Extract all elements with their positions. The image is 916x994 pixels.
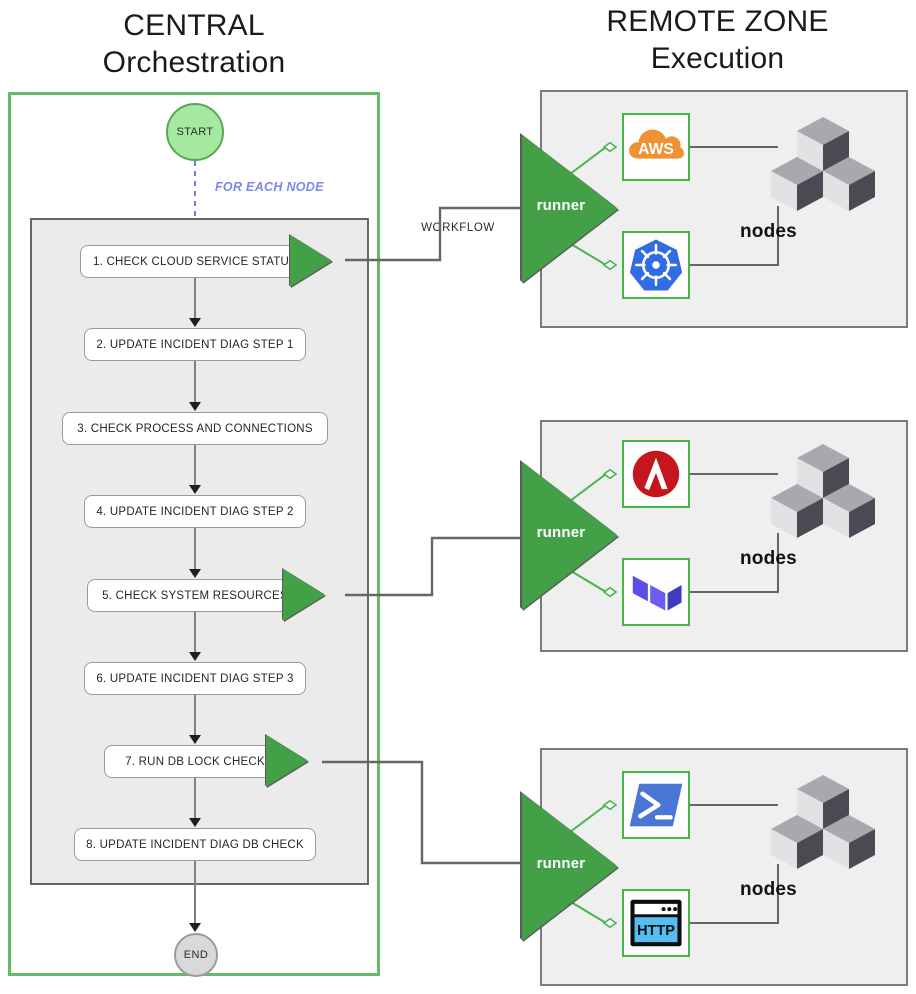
workflow-step-4[interactable]: 4. UPDATE INCIDENT DIAG STEP 2 <box>84 495 306 528</box>
workflow-step-5-label: 5. CHECK SYSTEM RESOURCES <box>102 589 288 602</box>
workflow-step-7-label: 7. RUN DB LOCK CHECK <box>125 755 265 768</box>
workflow-step-8[interactable]: 8. UPDATE INCIDENT DIAG DB CHECK <box>74 828 316 861</box>
nodes-label-panel-1: nodes <box>740 221 797 242</box>
workflow-step-5[interactable]: 5. CHECK SYSTEM RESOURCES <box>87 579 303 612</box>
step-connector-line <box>194 528 196 571</box>
step-7-dispatch-triangle-icon[interactable] <box>266 735 308 787</box>
nodes-label-panel-3: nodes <box>740 879 797 900</box>
workflow-step-1[interactable]: 1. CHECK CLOUD SERVICE STATUS <box>80 245 310 278</box>
workflow-step-3-label: 3. CHECK PROCESS AND CONNECTIONS <box>77 422 313 435</box>
central-title-line1: CENTRAL <box>123 9 265 42</box>
svg-text:HTTP: HTTP <box>637 923 675 939</box>
central-title-line2: Orchestration <box>102 45 286 79</box>
tool-tile-aws[interactable]: AWS <box>622 113 690 181</box>
http-icon: HTTP <box>627 894 685 952</box>
runner-3[interactable]: runner <box>522 793 618 941</box>
start-node[interactable]: START <box>166 103 224 161</box>
runner-2[interactable]: runner <box>522 462 618 610</box>
nodes-label-panel-2: nodes <box>740 548 797 569</box>
step-arrowhead-icon <box>189 402 201 411</box>
aws-icon: AWS <box>627 118 685 176</box>
workflow-step-1-label: 1. CHECK CLOUD SERVICE STATUS <box>92 255 298 268</box>
runner-1-label: runner <box>536 197 586 214</box>
ansible-icon <box>627 445 685 503</box>
step-connector-line <box>194 612 196 654</box>
step-connector-line <box>194 695 196 737</box>
step-arrowhead-icon <box>189 318 201 327</box>
tool-tile-http[interactable]: HTTP <box>622 889 690 957</box>
step-connector-line <box>194 278 196 320</box>
end-node[interactable]: END <box>174 933 218 977</box>
kubernetes-icon <box>627 236 685 294</box>
tool-tile-ansible[interactable] <box>622 440 690 508</box>
remote-column-title: REMOTE ZONE Execution <box>525 4 910 78</box>
runner-2-label: runner <box>536 524 586 541</box>
workflow-step-8-label: 8. UPDATE INCIDENT DIAG DB CHECK <box>86 838 304 851</box>
terraform-icon <box>627 563 685 621</box>
runner-3-label: runner <box>536 855 586 872</box>
step-arrowhead-icon <box>189 652 201 661</box>
tool-tile-powershell[interactable] <box>622 771 690 839</box>
for-each-node-label: FOR EACH NODE <box>215 180 324 194</box>
step-arrowhead-icon <box>189 485 201 494</box>
tool-tile-terraform[interactable] <box>622 558 690 626</box>
nodes-cluster-icon <box>769 113 877 222</box>
workflow-step-7[interactable]: 7. RUN DB LOCK CHECK <box>104 745 286 778</box>
nodes-cluster-icon <box>769 440 877 549</box>
end-node-label: END <box>183 949 209 961</box>
workflow-step-6[interactable]: 6. UPDATE INCIDENT DIAG STEP 3 <box>84 662 306 695</box>
step-connector-line-to-end <box>194 861 196 925</box>
step-connector-line <box>194 361 196 404</box>
step-5-dispatch-triangle-icon[interactable] <box>283 569 325 621</box>
step-arrowhead-icon <box>189 818 201 827</box>
nodes-cluster-icon <box>769 771 877 880</box>
powershell-icon <box>628 777 684 833</box>
step-connector-line <box>194 445 196 487</box>
workflow-step-4-label: 4. UPDATE INCIDENT DIAG STEP 2 <box>96 505 294 518</box>
diagram-canvas: CENTRAL Orchestration REMOTE ZONE Execut… <box>0 0 916 994</box>
step-1-dispatch-triangle-icon[interactable] <box>290 235 332 287</box>
step-arrowhead-icon <box>189 735 201 744</box>
tool-tile-kubernetes[interactable] <box>622 231 690 299</box>
end-arrowhead-icon <box>189 923 201 932</box>
start-node-label: START <box>176 126 214 138</box>
central-column-title: CENTRAL Orchestration <box>8 8 380 82</box>
workflow-step-2-label: 2. UPDATE INCIDENT DIAG STEP 1 <box>96 338 294 351</box>
runner-1[interactable]: runner <box>522 135 618 283</box>
remote-title-line1: REMOTE ZONE <box>606 5 829 38</box>
workflow-step-2[interactable]: 2. UPDATE INCIDENT DIAG STEP 1 <box>84 328 306 361</box>
workflow-step-6-label: 6. UPDATE INCIDENT DIAG STEP 3 <box>96 672 294 685</box>
step-arrowhead-icon <box>189 569 201 578</box>
workflow-step-3[interactable]: 3. CHECK PROCESS AND CONNECTIONS <box>62 412 328 445</box>
svg-text:AWS: AWS <box>638 141 674 158</box>
step-connector-line <box>194 778 196 820</box>
